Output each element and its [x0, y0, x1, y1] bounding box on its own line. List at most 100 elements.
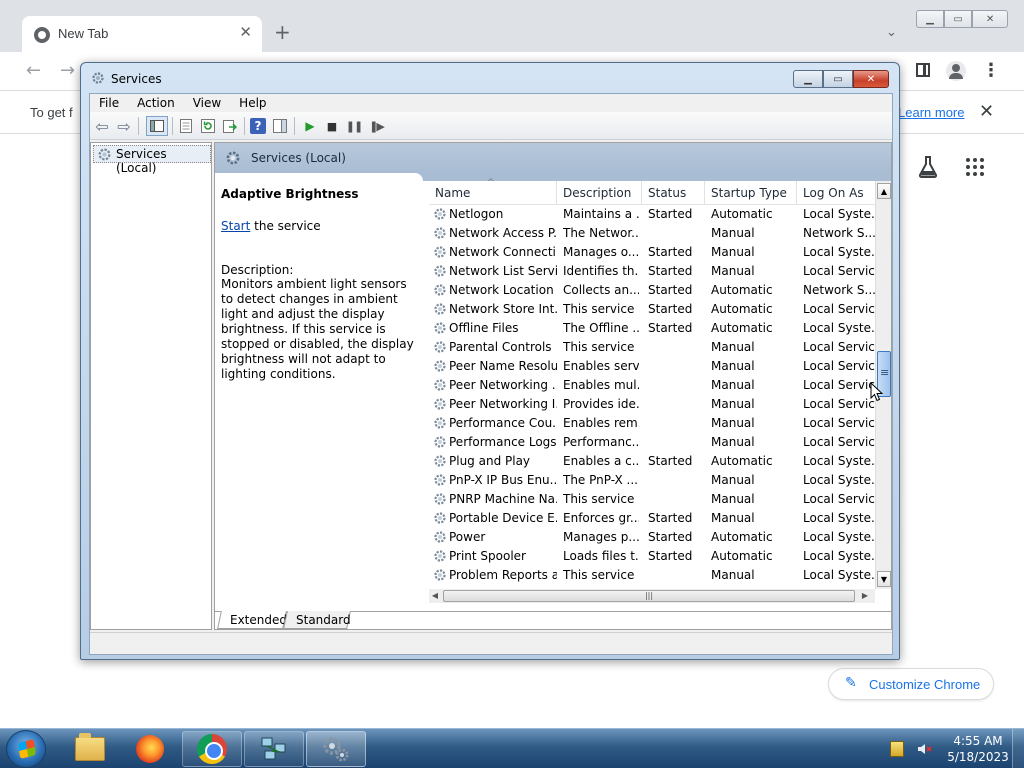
tab-search-chevron-icon[interactable]: ⌄ — [886, 25, 897, 40]
menu-view[interactable]: View — [184, 94, 230, 112]
maximize-button[interactable]: ▭ — [944, 10, 973, 28]
toolbar-separator — [172, 117, 173, 135]
menu-bar: File Action View Help — [90, 94, 892, 112]
service-row[interactable]: Print Spooler Loads files t... Started Auto… — [429, 547, 875, 566]
clock-date[interactable]: 5/18/2023 — [946, 750, 1010, 764]
service-row[interactable]: Power Manages p... Started Automatic Local S… — [429, 528, 875, 547]
scroll-down-arrow-icon[interactable]: ▼ — [877, 571, 891, 587]
service-description-cell: This service ... — [563, 568, 639, 582]
chrome-tab-new-tab[interactable]: New Tab ✕ — [22, 16, 262, 52]
service-row[interactable]: Portable Device E... Enforces gr... Starte… — [429, 509, 875, 528]
service-startup-type-cell: Automatic — [711, 302, 773, 316]
service-row[interactable]: Performance Cou... Enables rem... Manual Lo… — [429, 414, 875, 433]
taskbar-services[interactable] — [306, 731, 366, 767]
service-gear-icon — [433, 340, 447, 354]
tree-item-services-local[interactable]: Services (Local) — [93, 145, 211, 175]
back-arrow-icon[interactable]: ⇦ — [94, 117, 110, 136]
menu-help[interactable]: Help — [230, 94, 275, 112]
service-row[interactable]: Performance Logs... Performanc... Manual Lo… — [429, 433, 875, 452]
service-row[interactable]: Offline Files The Offline ... Started Autom… — [429, 319, 875, 338]
labs-flask-icon[interactable] — [918, 156, 938, 178]
customize-chrome-label: Customize Chrome — [869, 677, 981, 692]
service-row[interactable]: PnP-X IP Bus Enu... The PnP-X ... Manual Lo… — [429, 471, 875, 490]
export-list-icon[interactable] — [222, 118, 238, 134]
service-row[interactable]: Network Connecti... Manages o... Started Ma… — [429, 243, 875, 262]
column-header-name[interactable]: ^ Name — [429, 178, 557, 205]
tab-extended[interactable]: Extended — [217, 611, 287, 629]
column-header-status[interactable]: Status — [642, 181, 705, 205]
service-row[interactable]: Network Access P... The Networ... Manual Ne… — [429, 224, 875, 243]
service-name-cell: Network Access P... — [449, 226, 557, 240]
service-log-on-as-cell: Local Syste... — [803, 473, 875, 487]
taskbar-explorer[interactable] — [60, 731, 120, 767]
horizontal-scroll-thumb[interactable]: ||| — [443, 590, 855, 602]
show-hide-console-tree-icon[interactable] — [146, 116, 168, 136]
close-window-button[interactable]: ✕ — [972, 10, 1008, 28]
action-center-flag-icon[interactable] — [890, 741, 904, 757]
forward-arrow-icon[interactable]: → — [60, 60, 75, 81]
close-button[interactable]: ✕ — [853, 70, 889, 88]
side-panel-icon[interactable] — [916, 63, 930, 77]
customize-chrome-button[interactable]: ✎ Customize Chrome — [828, 668, 994, 700]
service-name-cell: Peer Name Resolu... — [449, 359, 557, 373]
menu-file[interactable]: File — [90, 94, 128, 112]
learn-more-link[interactable]: Learn more — [898, 105, 964, 120]
service-row[interactable]: Peer Name Resolu... Enables serv... Manual… — [429, 357, 875, 376]
service-row[interactable]: Netlogon Maintains a ... Started Automatic L… — [429, 205, 875, 224]
column-header-startup-type[interactable]: Startup Type — [705, 181, 797, 205]
service-name-cell: Portable Device E... — [449, 511, 557, 525]
infobar-close-icon[interactable]: ✕ — [979, 101, 994, 122]
start-service-icon[interactable]: ▶ — [302, 118, 318, 134]
horizontal-scrollbar[interactable]: ◀ ||| ▶ — [429, 589, 875, 603]
services-titlebar[interactable]: Services ▁ ▭ ✕ — [81, 63, 899, 93]
clock-time[interactable]: 4:55 AM — [946, 734, 1010, 748]
scroll-left-arrow-icon[interactable]: ◀ — [429, 590, 441, 602]
scroll-up-arrow-icon[interactable]: ▲ — [877, 183, 891, 199]
back-arrow-icon[interactable]: ← — [26, 60, 41, 81]
service-gear-icon — [433, 378, 447, 392]
service-row[interactable]: Problem Reports a... This service ... Manu… — [429, 566, 875, 585]
service-row[interactable]: Network List Service Identifies th... Star… — [429, 262, 875, 281]
show-desktop-button[interactable] — [1012, 729, 1024, 768]
volume-muted-icon[interactable] — [916, 741, 932, 757]
properties-icon[interactable] — [178, 118, 194, 134]
pane-header-title: Services (Local) — [251, 151, 346, 165]
stop-service-icon[interactable]: ■ — [324, 118, 340, 134]
start-service-link[interactable]: Start — [221, 219, 250, 233]
close-tab-icon[interactable]: ✕ — [239, 23, 252, 41]
scroll-right-arrow-icon[interactable]: ▶ — [859, 590, 871, 602]
service-row[interactable]: PNRP Machine Na... This service ... Manual… — [429, 490, 875, 509]
service-gear-icon — [433, 511, 447, 525]
start-button[interactable] — [6, 730, 46, 768]
service-row[interactable]: Peer Networking ... Enables mul... Manual L… — [429, 376, 875, 395]
restart-service-icon[interactable]: ❚▶ — [368, 118, 385, 134]
forward-arrow-icon[interactable]: ⇨ — [116, 117, 132, 136]
minimize-button[interactable]: ▁ — [793, 70, 823, 88]
chrome-menu-icon[interactable]: ⋮ — [982, 60, 1000, 81]
taskbar-network-app[interactable] — [244, 731, 304, 767]
new-tab-button[interactable]: + — [274, 22, 291, 42]
pause-service-icon[interactable]: ❚❚ — [346, 118, 363, 134]
column-header-log-on-as[interactable]: Log On As — [797, 181, 875, 205]
refresh-icon[interactable] — [200, 118, 216, 134]
service-row[interactable]: Network Store Int... This service ... Star… — [429, 300, 875, 319]
service-startup-type-cell: Manual — [711, 359, 755, 373]
column-header-description[interactable]: Description — [557, 181, 642, 205]
help-icon[interactable]: ? — [250, 118, 266, 134]
taskbar-chrome[interactable] — [182, 731, 242, 767]
service-gear-icon — [433, 454, 447, 468]
tab-standard[interactable]: Standard — [283, 611, 351, 629]
service-row[interactable]: Peer Networking I... Provides ide... Manua… — [429, 395, 875, 414]
service-row[interactable]: Parental Controls This service ... Manual L… — [429, 338, 875, 357]
maximize-button[interactable]: ▭ — [823, 70, 853, 88]
service-row[interactable]: Plug and Play Enables a c... Started Automa… — [429, 452, 875, 471]
menu-action[interactable]: Action — [128, 94, 184, 112]
profile-avatar-icon[interactable] — [946, 61, 966, 81]
show-action-pane-icon[interactable] — [272, 118, 288, 134]
service-row[interactable]: Network Location ... Collects an... Starte… — [429, 281, 875, 300]
taskbar-firefox[interactable] — [120, 731, 180, 767]
google-apps-icon[interactable] — [966, 158, 984, 176]
service-startup-type-cell: Manual — [711, 340, 755, 354]
minimize-button[interactable]: ▁ — [916, 10, 945, 28]
service-log-on-as-cell: Local Service — [803, 416, 875, 430]
